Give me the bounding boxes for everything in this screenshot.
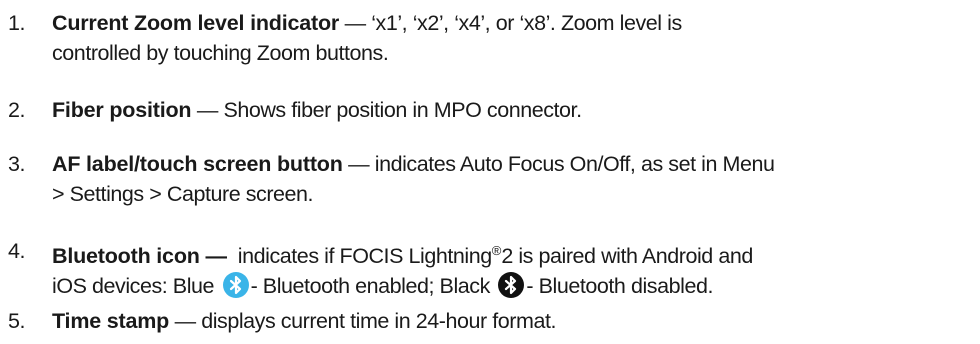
item-separator: —	[339, 11, 372, 35]
item-description: Shows fiber position in MPO connector.	[223, 98, 582, 122]
item-content: Time stamp — displays current time in 24…	[52, 306, 977, 336]
item-content: AF label/touch screen button — indicates…	[52, 149, 977, 209]
item-line: > Settings > Capture screen.	[52, 182, 314, 206]
item-description-tail: 2 is paired with Android and	[501, 244, 753, 268]
item-line: Fiber position — Shows fiber position in…	[52, 95, 977, 125]
item-line: Bluetooth icon — indicates if FOCIS Ligh…	[52, 236, 977, 271]
item-description: indicates Auto Focus On/Off, as set in M…	[374, 152, 775, 176]
item-line: iOS devices: Blue - Bluetooth enabled; B…	[52, 271, 977, 301]
item-number: 5.	[8, 309, 26, 333]
item-term: AF label/touch screen button	[52, 152, 343, 176]
item-line: Time stamp — displays current time in 24…	[52, 306, 977, 336]
item-number: 2.	[8, 98, 26, 122]
item-term: Bluetooth icon —	[52, 244, 227, 268]
item-line: controlled by touching Zoom buttons.	[52, 41, 389, 65]
item-description: indicates if FOCIS Lightning	[226, 244, 492, 268]
item-line: Current Zoom level indicator — ‘x1’, ‘x2…	[52, 8, 977, 38]
item-text: - Bluetooth enabled; Black	[250, 274, 496, 298]
item-text: - Bluetooth disabled.	[526, 274, 713, 298]
item-term: Current Zoom level indicator	[52, 11, 340, 35]
item-description: displays current time in 24-hour format.	[201, 309, 557, 333]
item-number: 1.	[8, 11, 26, 35]
item-number: 3.	[8, 152, 26, 176]
item-line: AF label/touch screen button — indicates…	[52, 149, 977, 179]
item-content: Bluetooth icon — indicates if FOCIS Ligh…	[52, 236, 977, 301]
bluetooth-enabled-icon	[222, 272, 249, 298]
bluetooth-disabled-icon	[498, 272, 525, 298]
item-term: Time stamp	[52, 309, 170, 333]
item-term: Fiber position	[52, 98, 192, 122]
item-description: ‘x1’, ‘x2’, ‘x4’, or ‘x8’. Zoom level is	[371, 11, 682, 35]
item-separator: —	[169, 309, 202, 333]
item-text: iOS devices: Blue	[52, 274, 220, 298]
item-content: Fiber position — Shows fiber position in…	[52, 95, 977, 125]
registered-mark: ®	[491, 243, 502, 258]
item-number: 4.	[8, 239, 26, 263]
item-separator: —	[191, 98, 224, 122]
item-content: Current Zoom level indicator — ‘x1’, ‘x2…	[52, 8, 977, 68]
item-separator: —	[342, 152, 375, 176]
